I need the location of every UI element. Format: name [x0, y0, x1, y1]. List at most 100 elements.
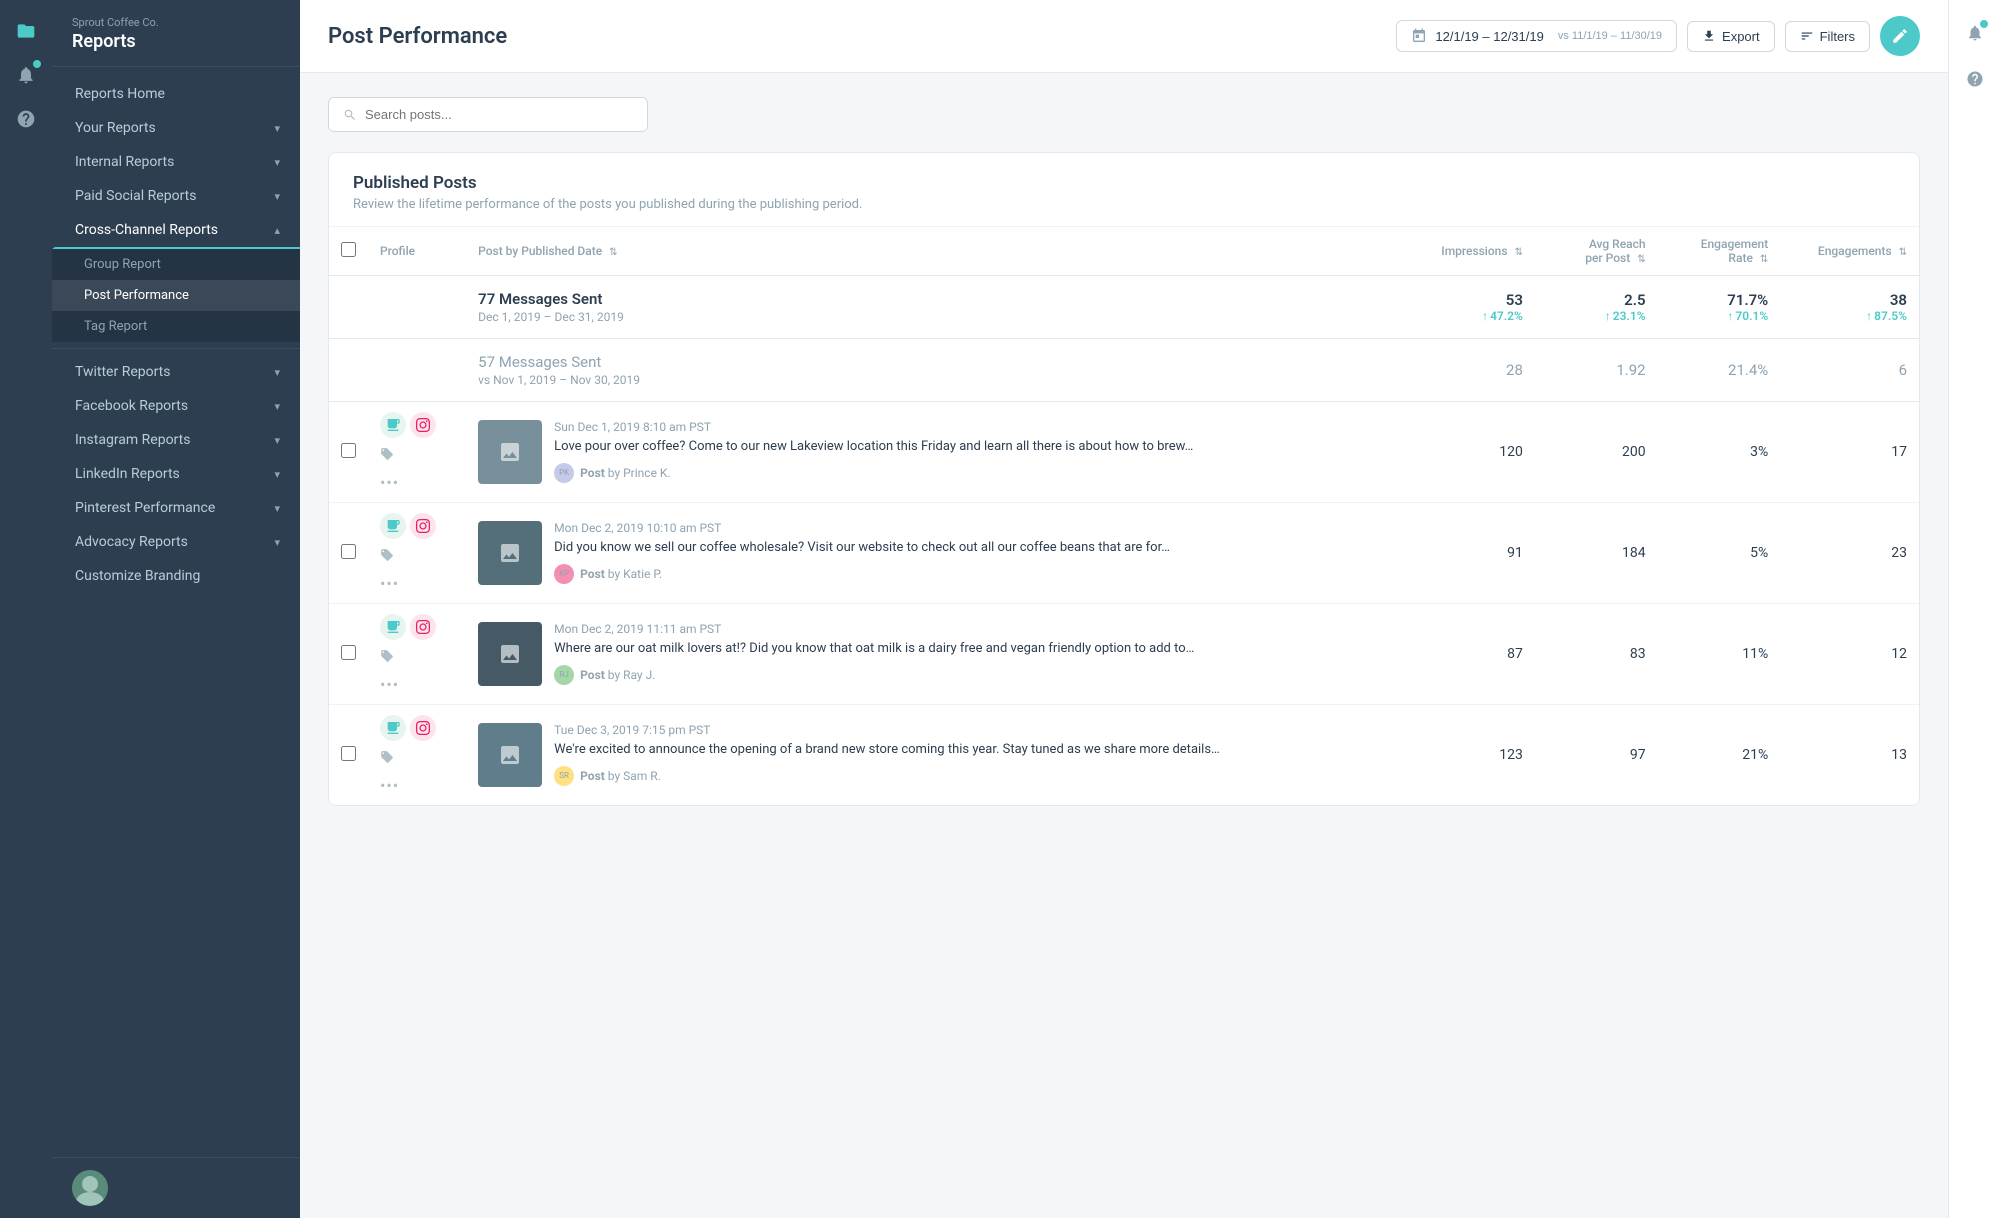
post2-body: Did you know we sell our coffee wholesal… — [554, 539, 1393, 558]
summary-check-col — [329, 276, 368, 339]
post4-author: SR Post by Sam R. — [554, 766, 1393, 786]
post-sort-icon: ⇅ — [609, 247, 617, 258]
post3-profile: ••• — [368, 604, 466, 705]
icon-rail — [0, 0, 52, 1218]
twitter-chevron: ▾ — [274, 366, 280, 379]
post1-body: Love pour over coffee? Come to our new L… — [554, 438, 1393, 457]
post2-more-btn[interactable]: ••• — [380, 574, 454, 593]
instagram-chevron: ▾ — [274, 434, 280, 447]
your-reports-label: Your Reports — [75, 120, 156, 136]
sidebar-header: Sprout Coffee Co. Reports — [52, 0, 300, 67]
post3-tag-btn[interactable] — [380, 648, 454, 667]
th-post[interactable]: Post by Published Date ⇅ — [466, 227, 1405, 276]
post1-impressions: 120 — [1405, 402, 1535, 503]
post4-check — [329, 705, 368, 806]
filters-button[interactable]: Filters — [1785, 21, 1870, 52]
post1-thumbnail — [478, 420, 542, 484]
post3-more-btn[interactable]: ••• — [380, 675, 454, 694]
post2-avg-reach: 184 — [1535, 503, 1658, 604]
summary-prev-avg-reach: 1.92 — [1535, 339, 1658, 402]
right-rail-notifications[interactable] — [1956, 14, 1994, 52]
post3-content: Mon Dec 2, 2019 11:11 am PST Where are o… — [466, 604, 1405, 705]
post2-checkbox[interactable] — [341, 544, 356, 559]
post4-more-btn[interactable]: ••• — [380, 776, 454, 795]
summary-row-current: 77 Messages Sent Dec 1, 2019 – Dec 31, 2… — [329, 276, 1919, 339]
post1-check — [329, 402, 368, 503]
post3-check — [329, 604, 368, 705]
sidebar-item-paid-social[interactable]: Paid Social Reports ▾ — [52, 179, 300, 213]
linkedin-chevron: ▾ — [274, 468, 280, 481]
select-all-checkbox[interactable] — [341, 242, 356, 257]
post3-checkbox[interactable] — [341, 645, 356, 660]
th-impressions[interactable]: Impressions ⇅ — [1405, 227, 1535, 276]
rail-icon-bell[interactable] — [7, 56, 45, 94]
sidebar-sub-item-group-report[interactable]: Group Report — [52, 249, 300, 280]
post2-author-avatar: KP — [554, 564, 574, 584]
post2-check — [329, 503, 368, 604]
user-avatar[interactable] — [72, 1170, 108, 1206]
post2-impressions: 91 — [1405, 503, 1535, 604]
date-range-button[interactable]: 12/1/19 – 12/31/19 vs 11/1/19 – 11/30/19 — [1396, 20, 1677, 52]
sidebar-item-linkedin-reports[interactable]: LinkedIn Reports ▾ — [52, 457, 300, 491]
th-profile[interactable]: Profile — [368, 227, 466, 276]
post1-content: Sun Dec 1, 2019 8:10 am PST Love pour ov… — [466, 402, 1405, 503]
instagram-reports-label: Instagram Reports — [75, 432, 190, 448]
sidebar-item-customize-branding[interactable]: Customize Branding — [52, 559, 300, 593]
post4-tag-btn[interactable] — [380, 749, 454, 768]
sidebar-item-twitter-reports[interactable]: Twitter Reports ▾ — [52, 355, 300, 389]
facebook-chevron: ▾ — [274, 400, 280, 413]
post3-author-avatar: RJ — [554, 665, 574, 685]
cross-channel-submenu: Group Report Post Performance Tag Report — [52, 249, 300, 342]
post1-coffee-icon — [380, 412, 406, 438]
th-engagement-rate[interactable]: EngagementRate ⇅ — [1658, 227, 1781, 276]
post3-coffee-icon — [380, 614, 406, 640]
sidebar-item-pinterest[interactable]: Pinterest Performance ▾ — [52, 491, 300, 525]
notification-badge — [33, 60, 41, 68]
sidebar-sub-item-tag-report[interactable]: Tag Report — [52, 311, 300, 342]
post3-author: RJ Post by Ray J. — [554, 665, 1393, 685]
post1-avg-reach: 200 — [1535, 402, 1658, 503]
export-button[interactable]: Export — [1687, 21, 1775, 52]
linkedin-reports-label: LinkedIn Reports — [75, 466, 180, 482]
rail-icon-folder[interactable] — [7, 12, 45, 50]
table-row: ••• Tue Dec 3, 2019 7:15 pm PST We're ex… — [329, 705, 1919, 806]
search-bar — [328, 97, 648, 132]
summary-prev-engagements: 6 — [1780, 339, 1919, 402]
sidebar-sub-item-post-performance[interactable]: Post Performance — [52, 280, 300, 311]
post3-body: Where are our oat milk lovers at!? Did y… — [554, 640, 1393, 659]
post3-date: Mon Dec 2, 2019 11:11 am PST — [554, 622, 1393, 636]
search-input[interactable] — [365, 107, 633, 122]
main-header: Post Performance 12/1/19 – 12/31/19 vs 1… — [300, 0, 1948, 73]
customize-branding-label: Customize Branding — [75, 568, 200, 584]
export-icon — [1702, 29, 1716, 43]
sidebar-item-reports-home[interactable]: Reports Home — [52, 77, 300, 111]
sidebar-item-facebook-reports[interactable]: Facebook Reports ▾ — [52, 389, 300, 423]
compose-button[interactable] — [1880, 16, 1920, 56]
rail-icon-help[interactable] — [7, 100, 45, 138]
post1-checkbox[interactable] — [341, 443, 356, 458]
post1-author-avatar: PK — [554, 463, 574, 483]
post1-tag-btn[interactable] — [380, 446, 454, 465]
calendar-icon — [1411, 28, 1427, 44]
th-avg-reach[interactable]: Avg Reachper Post ⇅ — [1535, 227, 1658, 276]
post1-more-btn[interactable]: ••• — [380, 473, 454, 492]
table-row: ••• Sun Dec 1, 2019 8:10 am PST Love pou… — [329, 402, 1919, 503]
summary-prev-label: 57 Messages Sent — [478, 353, 1393, 371]
post4-engagements: 13 — [1780, 705, 1919, 806]
summary2-profile-col — [368, 339, 466, 402]
post3-impressions: 87 — [1405, 604, 1535, 705]
sidebar-item-internal-reports[interactable]: Internal Reports ▾ — [52, 145, 300, 179]
sidebar-item-advocacy[interactable]: Advocacy Reports ▾ — [52, 525, 300, 559]
th-engagements[interactable]: Engagements ⇅ — [1780, 227, 1919, 276]
post2-profile: ••• — [368, 503, 466, 604]
sidebar-item-your-reports[interactable]: Your Reports ▾ — [52, 111, 300, 145]
search-icon — [343, 108, 357, 122]
post1-engagement-rate: 3% — [1658, 402, 1781, 503]
post2-tag-btn[interactable] — [380, 547, 454, 566]
filters-icon — [1800, 29, 1814, 43]
sidebar-item-instagram-reports[interactable]: Instagram Reports ▾ — [52, 423, 300, 457]
sidebar-item-cross-channel[interactable]: Cross-Channel Reports ▴ — [52, 213, 300, 249]
right-rail-help[interactable] — [1956, 60, 1994, 98]
date-range-label: 12/1/19 – 12/31/19 — [1435, 29, 1543, 44]
post4-checkbox[interactable] — [341, 746, 356, 761]
